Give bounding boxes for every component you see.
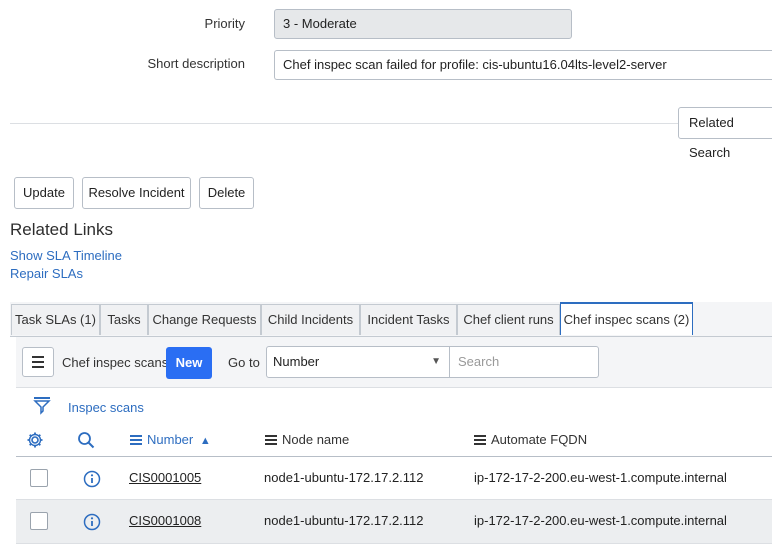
column-menu-icon [130,435,142,445]
search-icon[interactable] [77,431,95,449]
row-automate-fqdn: ip-172-17-2-200.eu-west-1.compute.intern… [474,513,727,528]
chevron-down-icon: ▼ [431,356,441,367]
tab-child-incidents[interactable]: Child Incidents [261,304,360,335]
row-checkbox[interactable] [30,469,48,487]
goto-label: Go to [228,355,260,370]
column-header-automate-fqdn[interactable]: Automate FQDN [474,432,587,447]
delete-button[interactable]: Delete [199,177,254,209]
column-menu-icon [474,435,486,445]
tab-task-slas[interactable]: Task SLAs (1) [11,304,100,335]
list-menu-button[interactable] [22,347,54,377]
gear-icon[interactable] [26,431,44,449]
info-icon[interactable] [83,470,101,488]
row-number-link[interactable]: CIS0001008 [129,513,201,528]
table-row[interactable]: CIS0001005 node1-ubuntu-172.17.2.112 ip-… [16,456,772,500]
list-title: Chef inspec scans [62,355,169,370]
form-divider [10,123,678,124]
sort-ascending-icon: ▲ [199,435,211,447]
priority-field[interactable]: 3 - Moderate [274,9,572,39]
tab-incident-tasks[interactable]: Incident Tasks [360,304,457,335]
related-links-title: Related Links [10,220,114,239]
column-header-number[interactable]: Number ▲ [130,432,211,447]
row-number-link[interactable]: CIS0001005 [129,470,201,485]
tab-chef-inspec-scans[interactable]: Chef inspec scans (2) [560,302,693,335]
goto-field-select[interactable]: Number ▼ [266,346,450,378]
short-description-label: Short description [147,56,245,71]
row-node-name: node1-ubuntu-172.17.2.112 [264,470,424,485]
goto-selected-value: Number [273,354,320,369]
priority-label: Priority [204,16,245,31]
tab-tasks[interactable]: Tasks [100,304,148,335]
tab-chef-client-runs[interactable]: Chef client runs [457,304,560,335]
column-header-node-name[interactable]: Node name [265,432,349,447]
list-search-input[interactable]: Search [449,346,599,378]
hamburger-icon [32,356,44,358]
info-icon[interactable] [83,513,101,531]
table-row[interactable]: CIS0001008 node1-ubuntu-172.17.2.112 ip-… [16,500,772,544]
new-button[interactable]: New [166,347,212,379]
short-description-field[interactable]: Chef inspec scan failed for profile: cis… [274,50,772,80]
column-menu-icon [265,435,277,445]
repair-slas-link[interactable]: Repair SLAs [10,266,83,281]
row-automate-fqdn: ip-172-17-2-200.eu-west-1.compute.intern… [474,470,727,485]
related-search-button[interactable]: Related Search [678,107,772,160]
row-node-name: node1-ubuntu-172.17.2.112 [264,513,424,528]
row-checkbox[interactable] [30,512,48,530]
tab-change-requests[interactable]: Change Requests [148,304,261,335]
show-sla-timeline-link[interactable]: Show SLA Timeline [10,248,122,263]
filter-breadcrumb[interactable]: Inspec scans [68,400,144,415]
resolve-incident-button[interactable]: Resolve Incident [82,177,191,209]
filter-icon[interactable] [32,395,52,415]
update-button[interactable]: Update [14,177,74,209]
